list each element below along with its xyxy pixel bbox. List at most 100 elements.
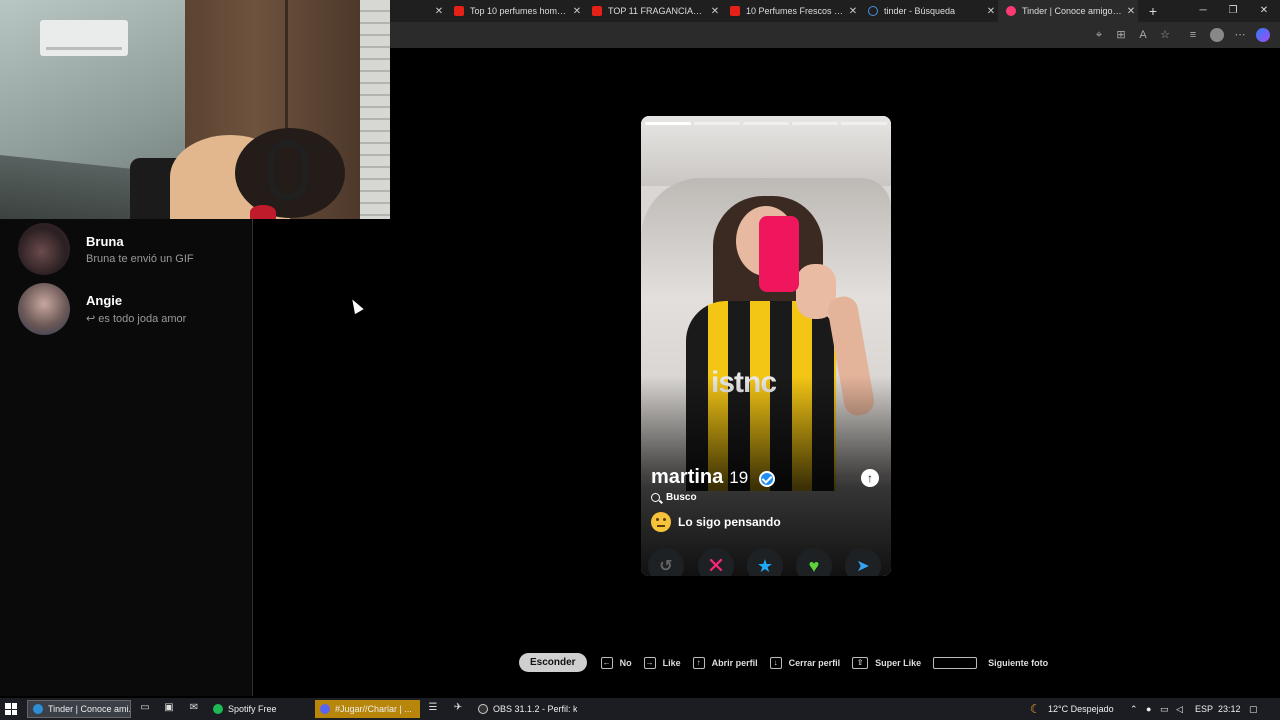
show-hidden-icons-icon[interactable]: ⌃ xyxy=(1130,698,1138,720)
taskbar-item-label: Tinder | Conoce ami... xyxy=(48,704,131,714)
tab-tinder[interactable]: Tinder | Conoce amigos y g ✕ xyxy=(998,0,1138,22)
shift-enter-key-icon: ⇧ xyxy=(852,656,869,669)
favorite-star-icon[interactable]: ☆ xyxy=(1158,28,1172,42)
hint-label: Like xyxy=(662,657,681,668)
hint-label: Siguiente foto xyxy=(988,657,1049,668)
volume-icon[interactable]: ◁ xyxy=(1176,698,1183,720)
profile-name-row[interactable]: martina 19 xyxy=(651,466,748,489)
hint-no: ← No xyxy=(600,656,632,669)
mail-icon[interactable]: ✉ xyxy=(187,702,201,716)
notifications-icon[interactable]: ▢ xyxy=(1249,698,1258,720)
close-icon[interactable]: ✕ xyxy=(984,6,998,17)
arrow-right-key-icon: → xyxy=(643,656,656,669)
hint-super-like: ⇧ Super Like xyxy=(852,656,922,669)
avatar xyxy=(18,283,70,335)
boost-button[interactable]: ➤ xyxy=(845,548,881,576)
read-aloud-icon[interactable]: A xyxy=(1136,28,1150,42)
hint-close-profile: ↓ Cerrar perfil xyxy=(769,656,840,669)
tab-perfumes-2[interactable]: TOP 11 FRAGANCIAS ECON ✕ xyxy=(584,0,722,22)
profile-name: martina xyxy=(651,466,724,488)
microphone-icon[interactable]: ● xyxy=(1146,698,1151,720)
match-last-message: Bruna te envió un GIF xyxy=(86,252,194,265)
steam-icon[interactable]: ✈ xyxy=(451,702,465,716)
match-item-bruna[interactable]: Bruna Bruna te envió un GIF xyxy=(18,222,248,276)
settings-icon[interactable]: ☰ xyxy=(426,702,440,716)
looking-for-label-row: Busco xyxy=(651,492,697,503)
webcam-brick-wall xyxy=(360,0,390,219)
thinking-face-icon xyxy=(651,512,671,532)
photo-progress-bar[interactable] xyxy=(841,122,887,125)
arrow-left-key-icon: ← xyxy=(600,656,613,669)
more-menu-icon[interactable]: ⋯ xyxy=(1233,28,1247,42)
profile-avatar-icon[interactable] xyxy=(1210,28,1224,42)
looking-for-value-row: Lo sigo pensando xyxy=(651,512,781,532)
nope-button[interactable]: ✕ xyxy=(698,548,734,576)
super-like-button[interactable]: ★ xyxy=(747,548,783,576)
windows-taskbar: Tinder | Conoce ami... ▭ ▣ ✉ Spotify Fre… xyxy=(0,698,1280,720)
taskbar-item-obs[interactable]: OBS 31.1.2 - Perfil: ki... xyxy=(473,700,577,718)
network-icon[interactable]: ▭ xyxy=(1160,698,1169,720)
close-icon[interactable]: ✕ xyxy=(432,6,446,17)
taskbar-item-spotify[interactable]: Spotify Free xyxy=(208,700,312,718)
discord-icon xyxy=(320,704,330,714)
clock[interactable]: 23:12 xyxy=(1218,698,1241,720)
close-window-button[interactable]: ✕ xyxy=(1249,0,1279,22)
file-explorer-icon[interactable]: ▭ xyxy=(138,702,152,716)
looking-for-label: Busco xyxy=(666,492,697,503)
taskbar-item-discord[interactable]: #Jugar//Charlar | ... xyxy=(315,700,420,718)
webcam-red-object xyxy=(250,205,276,219)
photo-progress-bar[interactable] xyxy=(743,122,789,125)
address-bar[interactable]: ⌖ ⊞ A ☆ ≡ ⋯ xyxy=(390,22,1280,48)
store-icon[interactable]: ▣ xyxy=(162,702,176,716)
youtube-icon xyxy=(454,6,464,16)
photo-progress-bar[interactable] xyxy=(694,122,740,125)
like-button[interactable]: ♥ xyxy=(796,548,832,576)
profile-photo[interactable]: istnc xyxy=(641,116,891,576)
browser-tab-bar: ✕ Top 10 perfumes hombre v ✕ TOP 11 FRAG… xyxy=(390,0,1280,22)
looking-for-value: Lo sigo pensando xyxy=(678,515,781,529)
tab-search[interactable]: tinder - Búsqueda ✕ xyxy=(860,0,998,22)
weather-text[interactable]: 12°C Despejado xyxy=(1048,698,1114,720)
new-tab-button[interactable]: + xyxy=(1138,0,1168,22)
verified-badge-icon xyxy=(759,471,775,487)
hint-label: No xyxy=(619,657,632,668)
taskbar-item-label: #Jugar//Charlar | ... xyxy=(335,704,412,714)
open-profile-button[interactable]: ↑ xyxy=(861,469,879,487)
rewind-button[interactable]: ↺ xyxy=(648,548,684,576)
windows-start-icon[interactable] xyxy=(5,703,17,715)
profile-age: 19 xyxy=(729,468,749,487)
profile-card[interactable]: istnc martina 19 ↑ Busco Lo sigo pensand… xyxy=(641,116,891,576)
close-icon[interactable]: ✕ xyxy=(570,6,584,17)
photo-phone xyxy=(759,216,799,292)
taskbar-item-browser[interactable]: Tinder | Conoce ami... xyxy=(27,700,131,718)
match-item-angie[interactable]: Angie ↩ es todo joda amor xyxy=(18,282,248,336)
tinder-flame-icon xyxy=(1006,6,1016,16)
favorites-icon[interactable]: ≡ xyxy=(1186,28,1200,42)
close-icon[interactable]: ✕ xyxy=(1124,6,1138,17)
screen: ✕ Top 10 perfumes hombre v ✕ TOP 11 FRAG… xyxy=(0,0,1280,720)
tab-perfumes-3[interactable]: 10 Perfumes Frescos y Vers ✕ xyxy=(722,0,860,22)
edge-icon xyxy=(33,704,43,714)
hint-label: Super Like xyxy=(875,657,922,668)
tab-close-left[interactable]: ✕ xyxy=(390,0,446,22)
location-icon[interactable]: ⌖ xyxy=(1092,28,1106,42)
close-icon[interactable]: ✕ xyxy=(708,6,722,17)
hint-label: Abrir perfil xyxy=(711,657,758,668)
hide-hints-button[interactable]: Esconder xyxy=(519,653,587,672)
apps-icon[interactable]: ⊞ xyxy=(1114,28,1128,42)
match-last-message: ↩ es todo joda amor xyxy=(86,313,187,325)
tab-perfumes-1[interactable]: Top 10 perfumes hombre v ✕ xyxy=(446,0,584,22)
restore-button[interactable]: ❐ xyxy=(1218,0,1248,22)
webcam-air-conditioner xyxy=(40,20,128,56)
space-key-icon xyxy=(933,656,978,669)
photo-progress-bar[interactable] xyxy=(645,122,691,125)
obs-icon xyxy=(478,704,488,714)
minimize-button[interactable]: ─ xyxy=(1188,0,1218,22)
language-indicator[interactable]: ESP xyxy=(1195,698,1213,720)
weather-moon-icon[interactable]: ☾ xyxy=(1030,698,1041,720)
tab-title: tinder - Búsqueda xyxy=(884,6,956,16)
photo-progress-bar[interactable] xyxy=(792,122,838,125)
copilot-icon[interactable] xyxy=(1256,28,1270,42)
match-name: Bruna xyxy=(86,233,124,249)
close-icon[interactable]: ✕ xyxy=(846,6,860,17)
